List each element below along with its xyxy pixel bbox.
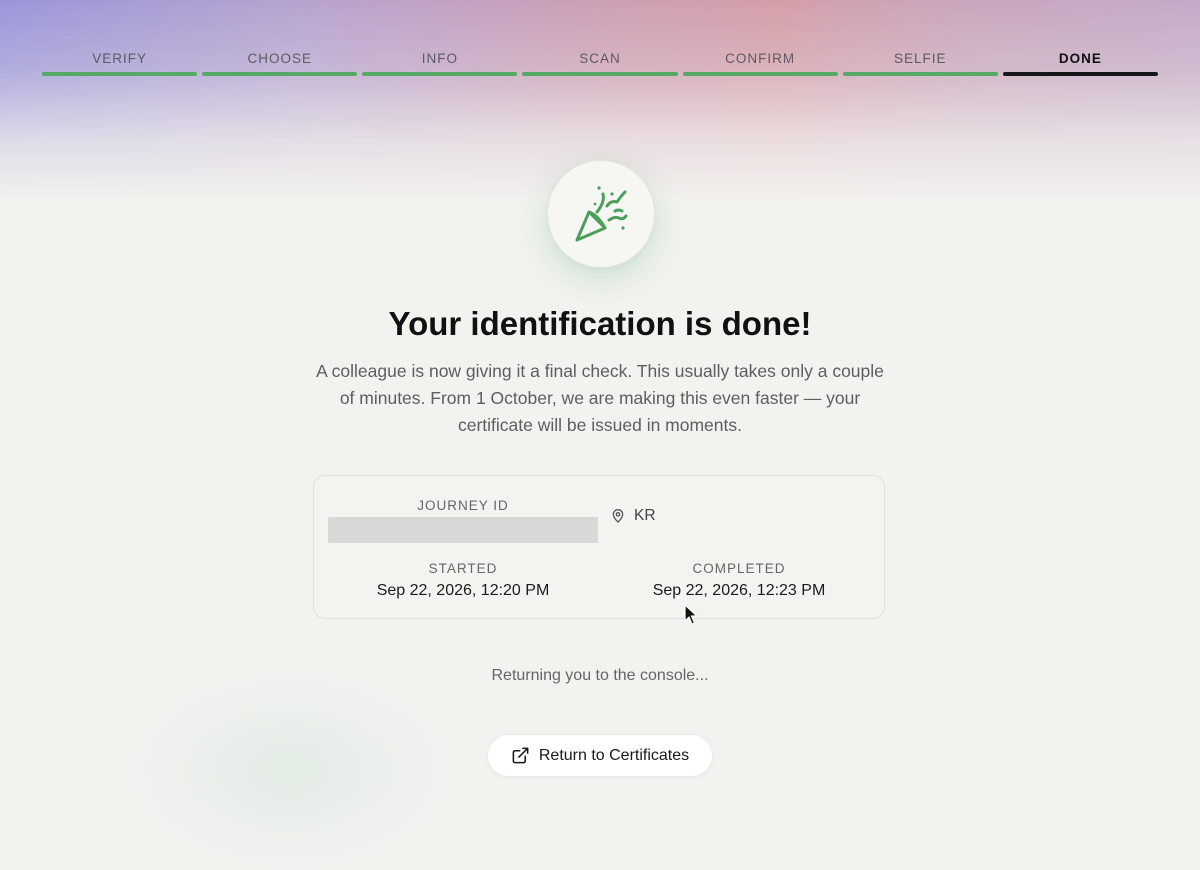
step-progress-bar: [682, 72, 838, 76]
step-label: DONE: [1058, 51, 1102, 66]
page-title: Your identification is done!: [388, 305, 812, 342]
step-label: CHOOSE: [247, 51, 312, 66]
step-progress-bar: [1002, 72, 1158, 76]
step-info[interactable]: INFO: [362, 50, 518, 76]
started-label: STARTED: [428, 561, 498, 576]
step-selfie[interactable]: SELFIE: [842, 50, 998, 76]
location-value: KR: [634, 507, 656, 524]
celebration-badge: [547, 160, 655, 268]
step-progress-bar: [362, 72, 518, 76]
step-confirm[interactable]: CONFIRM: [682, 50, 838, 76]
completed-label: COMPLETED: [692, 561, 786, 576]
step-label: INFO: [421, 51, 458, 66]
started-value: Sep 22, 2026, 12:20 PM: [376, 582, 550, 599]
step-label: SELFIE: [894, 51, 947, 66]
step-progress-bar: [522, 72, 678, 76]
step-scan[interactable]: SCAN: [522, 50, 678, 76]
step-progress-bar: [202, 72, 358, 76]
external-link-icon: [512, 747, 529, 764]
redirect-status-text: Returning you to the console...: [491, 667, 709, 684]
return-button-label: Return to Certificates: [538, 746, 690, 764]
step-progress-bar: [842, 72, 998, 76]
location: KR: [610, 507, 656, 525]
progress-stepper: VERIFY CHOOSE INFO SCAN CONFIRM SELFIE D…: [42, 50, 1158, 76]
step-label: SCAN: [579, 51, 621, 66]
completed-value: Sep 22, 2026, 12:23 PM: [652, 582, 826, 599]
journey-id-label: JOURNEY ID: [417, 498, 509, 513]
step-progress-bar: [42, 72, 198, 76]
journey-details-card: JOURNEY ID KR STARTED Sep 22, 2026, 12:2…: [313, 475, 885, 619]
party-popper-icon: [575, 186, 628, 242]
return-to-certificates-button[interactable]: Return to Certificates: [487, 734, 713, 777]
step-label: VERIFY: [92, 51, 147, 66]
step-done[interactable]: DONE: [1002, 50, 1158, 76]
step-choose[interactable]: CHOOSE: [202, 50, 358, 76]
journey-id-value: [328, 517, 598, 543]
step-verify[interactable]: VERIFY: [42, 50, 198, 76]
page-subtitle: A colleague is now giving it a final che…: [316, 361, 884, 435]
map-pin-icon: [612, 509, 624, 523]
step-label: CONFIRM: [725, 51, 796, 66]
